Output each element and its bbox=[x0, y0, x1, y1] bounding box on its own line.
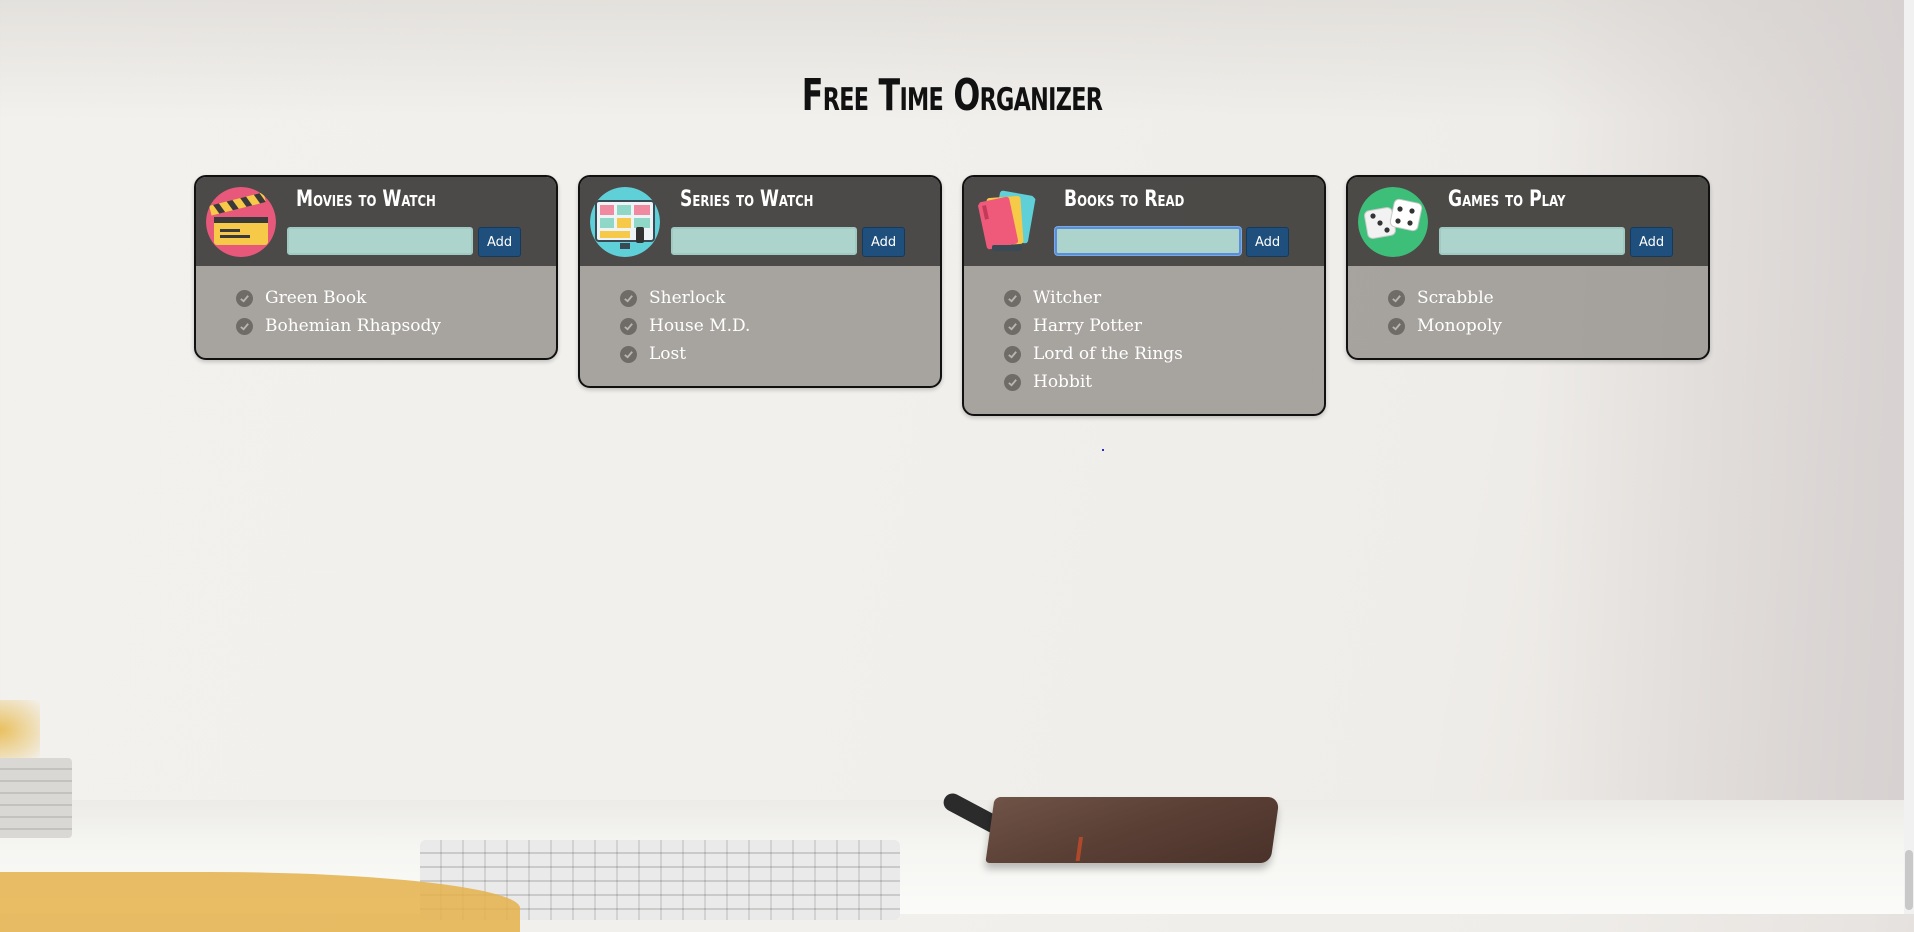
list-item[interactable]: Green Book bbox=[236, 284, 556, 312]
background-books bbox=[0, 758, 72, 838]
card-header: Series to Watch Add bbox=[580, 177, 940, 266]
tv-icon bbox=[590, 187, 660, 257]
check-icon bbox=[1004, 289, 1021, 307]
card-series: Series to Watch Add Sherlock House M.D. … bbox=[578, 175, 942, 388]
list-item-label: Scrabble bbox=[1417, 288, 1494, 308]
cursor-dot bbox=[1102, 449, 1104, 451]
check-icon bbox=[1004, 317, 1021, 335]
card-header: Movies to Watch Add bbox=[196, 177, 556, 266]
cards-board: Movies to Watch Add Green Book Bohemian … bbox=[194, 175, 1710, 416]
add-row: Add bbox=[1055, 227, 1290, 257]
list-item-label: Hobbit bbox=[1033, 372, 1093, 392]
page-title: Free Time Organizer bbox=[801, 70, 1103, 121]
books-input[interactable] bbox=[1055, 227, 1241, 255]
list-item[interactable]: Hobbit bbox=[1004, 368, 1324, 396]
check-icon bbox=[236, 317, 253, 335]
list-item-label: Lord of the Rings bbox=[1033, 344, 1183, 364]
card-header: Games to Play Add bbox=[1348, 177, 1708, 266]
list-item[interactable]: Lord of the Rings bbox=[1004, 340, 1324, 368]
list-item[interactable]: Scrabble bbox=[1388, 284, 1708, 312]
card-title: Series to Watch bbox=[680, 187, 814, 212]
card-games: Games to Play Add Scrabble Monopoly bbox=[1346, 175, 1710, 360]
books-list: Witcher Harry Potter Lord of the Rings H… bbox=[964, 266, 1324, 414]
check-icon bbox=[1388, 317, 1405, 335]
card-header: Books to Read Add bbox=[964, 177, 1324, 266]
games-list: Scrabble Monopoly bbox=[1348, 266, 1708, 358]
movies-input[interactable] bbox=[287, 227, 473, 255]
list-item[interactable]: Harry Potter bbox=[1004, 312, 1324, 340]
movies-list: Green Book Bohemian Rhapsody bbox=[196, 266, 556, 358]
list-item-label: Lost bbox=[649, 344, 687, 364]
background-notebook bbox=[985, 797, 1280, 863]
card-title: Games to Play bbox=[1448, 187, 1566, 212]
list-item-label: Harry Potter bbox=[1033, 316, 1143, 336]
clapperboard-icon bbox=[206, 187, 276, 257]
list-item[interactable]: Witcher bbox=[1004, 284, 1324, 312]
check-icon bbox=[620, 317, 637, 335]
add-row: Add bbox=[1439, 227, 1674, 257]
check-icon bbox=[620, 345, 637, 363]
series-add-button[interactable]: Add bbox=[862, 227, 906, 257]
check-icon bbox=[1004, 373, 1021, 391]
dice-icon bbox=[1358, 187, 1428, 257]
scrollbar[interactable] bbox=[1904, 0, 1914, 914]
list-item[interactable]: Sherlock bbox=[620, 284, 940, 312]
series-list: Sherlock House M.D. Lost bbox=[580, 266, 940, 386]
list-item-label: Green Book bbox=[265, 288, 367, 308]
card-books: Books to Read Add Witcher Harry Potter L… bbox=[962, 175, 1326, 416]
list-item-label: Sherlock bbox=[649, 288, 726, 308]
list-item[interactable]: Monopoly bbox=[1388, 312, 1708, 340]
add-row: Add bbox=[671, 227, 906, 257]
list-item-label: House M.D. bbox=[649, 316, 751, 336]
card-title: Books to Read bbox=[1064, 187, 1185, 212]
list-item[interactable]: Bohemian Rhapsody bbox=[236, 312, 556, 340]
check-icon bbox=[236, 289, 253, 307]
games-add-button[interactable]: Add bbox=[1630, 227, 1674, 257]
scrollbar-thumb[interactable] bbox=[1905, 850, 1913, 910]
card-title: Movies to Watch bbox=[296, 187, 436, 212]
background-lamp bbox=[0, 700, 40, 760]
books-add-button[interactable]: Add bbox=[1246, 227, 1290, 257]
list-item[interactable]: House M.D. bbox=[620, 312, 940, 340]
movies-add-button[interactable]: Add bbox=[478, 227, 522, 257]
check-icon bbox=[620, 289, 637, 307]
games-input[interactable] bbox=[1439, 227, 1625, 255]
check-icon bbox=[1388, 289, 1405, 307]
series-input[interactable] bbox=[671, 227, 857, 255]
add-row: Add bbox=[287, 227, 522, 257]
card-movies: Movies to Watch Add Green Book Bohemian … bbox=[194, 175, 558, 360]
books-icon bbox=[974, 187, 1044, 257]
list-item-label: Monopoly bbox=[1417, 316, 1502, 336]
check-icon bbox=[1004, 345, 1021, 363]
list-item-label: Witcher bbox=[1033, 288, 1102, 308]
list-item-label: Bohemian Rhapsody bbox=[265, 316, 441, 336]
list-item[interactable]: Lost bbox=[620, 340, 940, 368]
